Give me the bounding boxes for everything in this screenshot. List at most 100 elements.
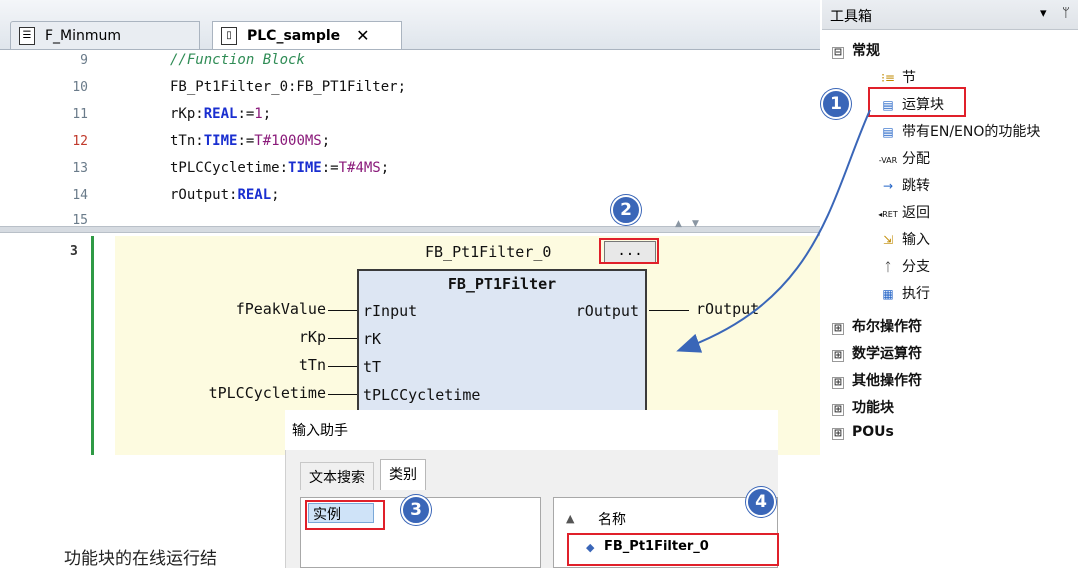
group-label: 常规 — [852, 43, 880, 59]
step-badge: 3 — [401, 495, 431, 525]
tab-bar: ☰ F_Minmum ▯ PLC_sample ✕ — [0, 0, 820, 50]
step-badge: 1 — [821, 89, 851, 119]
toolbox-item-branch[interactable]: ᛏ 分支 — [878, 256, 930, 276]
step-badge: 2 — [611, 195, 641, 225]
toolbox-item-box-en-eno[interactable]: ▤ 带有EN/ENO的功能块 — [878, 121, 1040, 141]
toolbox-group-general[interactable]: ⊟ 常规 — [832, 40, 880, 60]
highlight-browse-button — [599, 238, 659, 264]
highlight-instances — [305, 500, 385, 530]
assignment-icon: -VAR — [878, 156, 898, 165]
code-comment: //Function Block — [170, 52, 305, 68]
output-variable[interactable]: rOutput — [696, 300, 759, 318]
input-icon: ⇲ — [882, 233, 894, 247]
toolbox-group-pous[interactable]: ⊞ POUs — [832, 424, 894, 440]
input-variable[interactable]: tPLCCycletime — [209, 384, 326, 402]
declaration-editor[interactable]: 9 10 11 12 13 14 15 //Function Block FB_… — [0, 50, 820, 228]
group-label: 数学运算符 — [852, 346, 922, 362]
expand-icon[interactable]: ⊞ — [832, 377, 844, 389]
input-variable[interactable]: rKp — [299, 328, 326, 346]
branch-icon: ᛏ — [884, 260, 892, 274]
dropdown-icon[interactable]: ▾ — [1040, 6, 1047, 21]
item-label: 执行 — [902, 286, 930, 302]
expand-icon[interactable]: ⊞ — [832, 323, 844, 335]
input-variable[interactable]: tTn — [299, 356, 326, 374]
tab-label: PLC_sample — [247, 27, 341, 44]
fb-input-pin: rK — [363, 330, 382, 348]
highlight-box-item — [868, 87, 966, 117]
expand-icon[interactable]: ⊞ — [832, 404, 844, 416]
fb-type-name: FB_PT1Filter — [447, 275, 557, 293]
function-block[interactable]: FB_PT1Filter rInput rK tT tPLCCycletime … — [357, 269, 647, 419]
network-gutter: 3 — [0, 236, 115, 455]
tab-categories[interactable]: 类别 — [380, 459, 426, 490]
splitter[interactable]: ▲ ▼ — [0, 219, 820, 233]
jump-icon: → — [882, 179, 894, 193]
toolbox-item-input[interactable]: ⇲ 输入 — [878, 229, 930, 249]
execute-icon: ▦ — [882, 287, 894, 301]
item-label: 跳转 — [902, 178, 930, 194]
toolbox-group-other[interactable]: ⊞ 其他操作符 — [832, 370, 922, 390]
toolbox-item-execute[interactable]: ▦ 执行 — [878, 283, 930, 303]
item-label: 返回 — [902, 205, 930, 221]
toolbox-group-math[interactable]: ⊞ 数学运算符 — [832, 343, 922, 363]
toolbox-item-assignment[interactable]: -VAR 分配 — [878, 148, 930, 168]
step-badge: 4 — [746, 487, 776, 517]
pin-icon[interactable]: ᛘ — [1062, 6, 1070, 21]
item-label: 节 — [902, 70, 916, 86]
tab-text-search[interactable]: 文本搜索 — [300, 462, 374, 490]
group-label: POUs — [852, 424, 894, 440]
caption-text: 功能块的在线运行结 — [64, 549, 217, 569]
box-en-eno-icon: ▤ — [882, 125, 894, 139]
fb-output-pin: rOutput — [575, 302, 639, 320]
network-number: 3 — [70, 244, 78, 259]
column-header-name[interactable]: 名称 — [598, 509, 626, 529]
toolbox-item-section[interactable]: ⁝≡ 节 — [878, 67, 916, 87]
input-wire — [328, 310, 357, 311]
tab-label: F_Minmum — [45, 27, 122, 44]
fb-input-pin: rInput — [363, 302, 418, 320]
expand-icon[interactable]: ⊞ — [832, 428, 844, 440]
output-wire — [649, 310, 689, 311]
toolbox-group-function-blocks[interactable]: ⊞ 功能块 — [832, 397, 894, 417]
line-number: 13 — [72, 161, 88, 176]
section-icon: ⁝≡ — [881, 71, 895, 85]
dialog-title: 输入助手 — [292, 423, 348, 439]
tab-plc-sample[interactable]: ▯ PLC_sample ✕ — [212, 21, 402, 49]
collapse-icon[interactable]: ⊟ — [832, 47, 844, 59]
toolbox-title: 工具箱 — [830, 9, 872, 25]
collapse-down-icon[interactable]: ▼ — [692, 219, 699, 229]
group-label: 布尔操作符 — [852, 319, 922, 335]
line-number: 11 — [72, 107, 88, 122]
function-block-icon: ▯ — [221, 26, 237, 45]
line-number: 12 — [72, 134, 88, 149]
line-number: 9 — [80, 53, 88, 68]
toolbox-group-boolean[interactable]: ⊞ 布尔操作符 — [832, 316, 922, 336]
toolbox-header: 工具箱 ▾ ᛘ — [822, 0, 1078, 30]
item-label: 分支 — [902, 259, 930, 275]
code-line: tPLCCycletime:TIME:=T#4MS; — [170, 160, 390, 176]
document-icon: ☰ — [19, 26, 35, 45]
input-wire — [328, 394, 357, 395]
return-icon: ◂RET — [878, 210, 898, 219]
input-variable[interactable]: fPeakValue — [236, 300, 326, 318]
line-number: 10 — [72, 80, 88, 95]
code-line: rKp:REAL:=1; — [170, 106, 272, 122]
toolbox-item-return[interactable]: ◂RET 返回 — [878, 202, 930, 222]
fb-input-pin: tT — [363, 358, 382, 376]
network-marker — [91, 236, 94, 455]
item-label: 分配 — [902, 151, 930, 167]
toolbox-item-jump[interactable]: → 跳转 — [878, 175, 930, 195]
sort-ascending-icon[interactable]: ▲ — [566, 512, 574, 525]
close-icon[interactable]: ✕ — [356, 26, 369, 45]
input-assistant-titlebar: 输入助手 — [285, 410, 778, 450]
collapse-up-icon[interactable]: ▲ — [675, 219, 682, 229]
expand-icon[interactable]: ⊞ — [832, 350, 844, 362]
code-line: tTn:TIME:=T#1000MS; — [170, 133, 331, 149]
highlight-result-item — [567, 533, 779, 566]
input-wire — [328, 338, 357, 339]
tab-f-minmum[interactable]: ☰ F_Minmum — [10, 21, 200, 49]
code-line: rOutput:REAL; — [170, 187, 280, 203]
item-label: 输入 — [902, 232, 930, 248]
instance-name[interactable]: FB_Pt1Filter_0 — [425, 243, 551, 261]
input-wire — [328, 366, 357, 367]
